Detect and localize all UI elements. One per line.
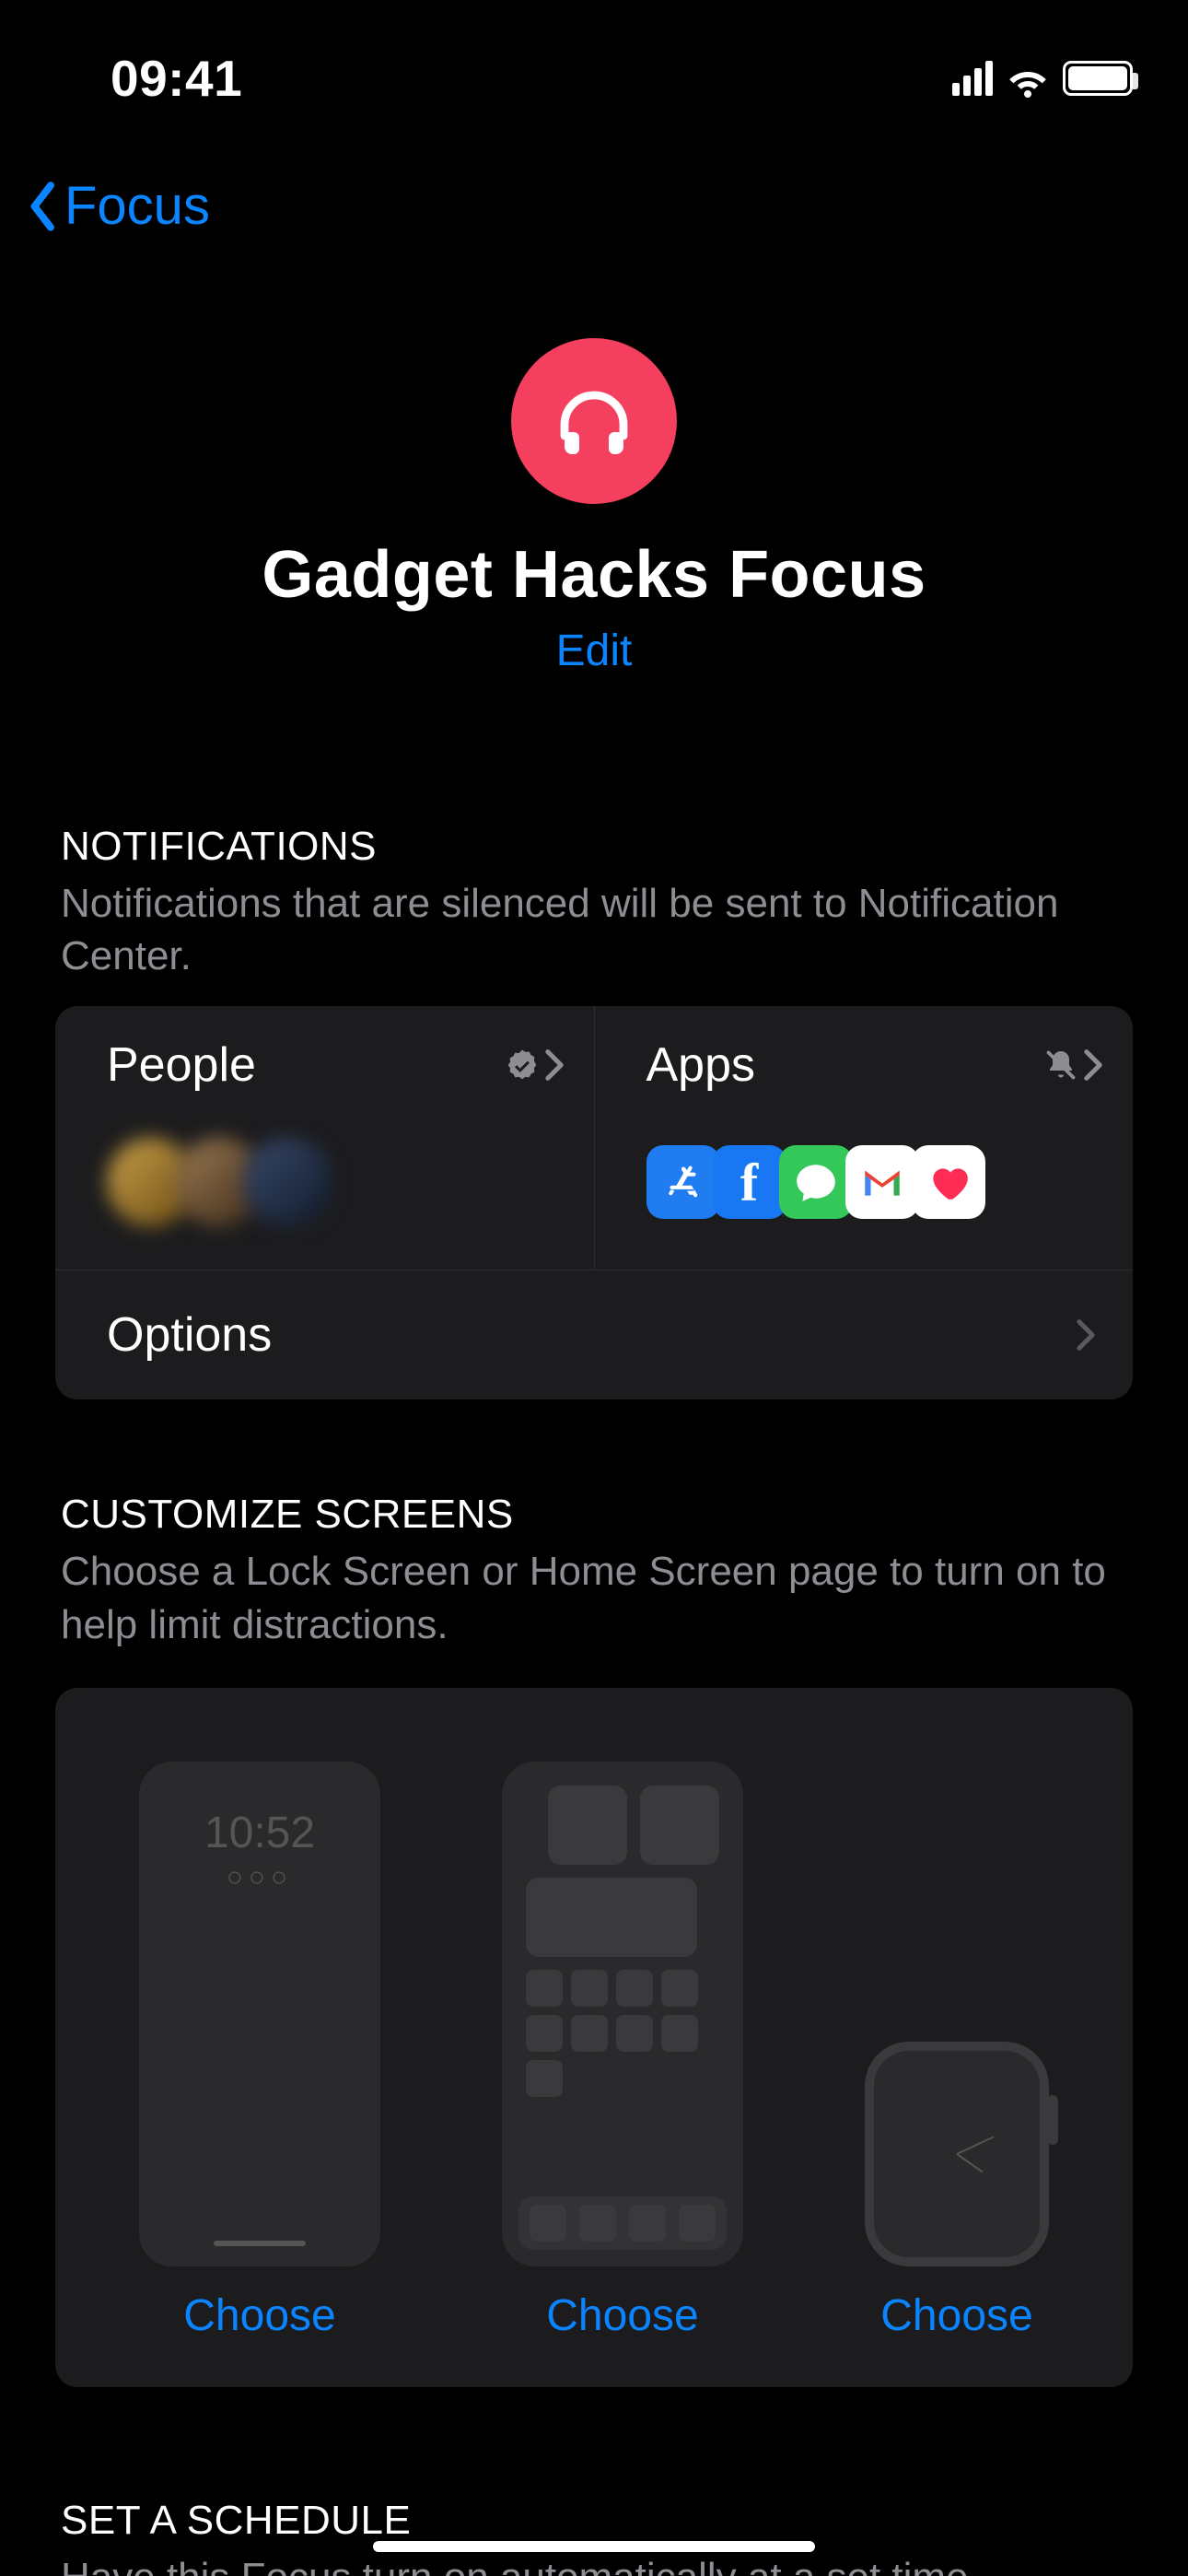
appstore-icon	[646, 1145, 720, 1219]
notifications-desc: Notifications that are silenced will be …	[55, 877, 1133, 982]
homescreen-preview[interactable]	[502, 1762, 743, 2266]
focus-header: Gadget Hacks Focus Edit	[0, 338, 1188, 676]
home-indicator[interactable]	[373, 2541, 815, 2552]
options-label: Options	[107, 1307, 272, 1363]
screens-desc: Choose a Lock Screen or Home Screen page…	[55, 1545, 1133, 1650]
screens-card: 10:52 ○○○ Choose	[55, 1688, 1133, 2387]
lockscreen-time: 10:52	[204, 1808, 315, 1858]
chevron-left-icon	[28, 181, 61, 232]
lockscreen-dots: ○○○	[227, 1862, 293, 1893]
schedule-desc: Have this Focus turn on automatically at…	[55, 2551, 1133, 2576]
lockscreen-preview[interactable]: 10:52 ○○○	[139, 1762, 380, 2266]
people-label: People	[107, 1037, 256, 1093]
homescreen-column: Choose	[502, 1762, 743, 2341]
wifi-icon	[1006, 56, 1050, 100]
apps-button[interactable]: Apps	[594, 1006, 1134, 1270]
facebook-icon: f	[713, 1145, 786, 1219]
people-avatars	[107, 1138, 311, 1226]
battery-icon	[1063, 61, 1133, 96]
watch-column: Choose	[865, 2042, 1049, 2341]
verified-badge-icon	[506, 1048, 539, 1082]
bell-slash-icon	[1044, 1048, 1077, 1082]
back-label: Focus	[64, 175, 210, 237]
app-icons: f	[646, 1145, 978, 1219]
cellular-icon	[952, 61, 993, 96]
status-bar: 09:41	[0, 0, 1188, 129]
notifications-card: People	[55, 1006, 1133, 1399]
schedule-section: SET A SCHEDULE Have this Focus turn on a…	[0, 2498, 1188, 2576]
status-icons	[952, 56, 1133, 100]
watchface-preview[interactable]	[865, 2042, 1049, 2266]
schedule-header: SET A SCHEDULE	[55, 2498, 1133, 2544]
choose-homescreen-button[interactable]: Choose	[546, 2290, 698, 2341]
chevron-right-icon	[1076, 1318, 1096, 1352]
choose-watchface-button[interactable]: Choose	[880, 2290, 1032, 2341]
messages-icon	[779, 1145, 853, 1219]
apps-label: Apps	[646, 1037, 756, 1093]
screens-section: CUSTOMIZE SCREENS Choose a Lock Screen o…	[0, 1492, 1188, 2386]
chevron-right-icon	[544, 1048, 565, 1082]
edit-button[interactable]: Edit	[556, 626, 633, 676]
options-button[interactable]: Options	[55, 1270, 1133, 1399]
focus-title: Gadget Hacks Focus	[0, 537, 1188, 613]
chevron-right-icon	[1083, 1048, 1103, 1082]
health-icon	[912, 1145, 985, 1219]
gmail-icon	[845, 1145, 919, 1219]
back-button[interactable]: Focus	[0, 129, 1188, 237]
screens-header: CUSTOMIZE SCREENS	[55, 1492, 1133, 1538]
notifications-header: NOTIFICATIONS	[55, 824, 1133, 870]
status-time: 09:41	[111, 49, 242, 108]
lockscreen-column: 10:52 ○○○ Choose	[139, 1762, 380, 2341]
headphones-icon	[511, 338, 677, 504]
people-button[interactable]: People	[55, 1006, 594, 1270]
avatar	[243, 1138, 332, 1226]
choose-lockscreen-button[interactable]: Choose	[183, 2290, 335, 2341]
notifications-section: NOTIFICATIONS Notifications that are sil…	[0, 824, 1188, 1399]
